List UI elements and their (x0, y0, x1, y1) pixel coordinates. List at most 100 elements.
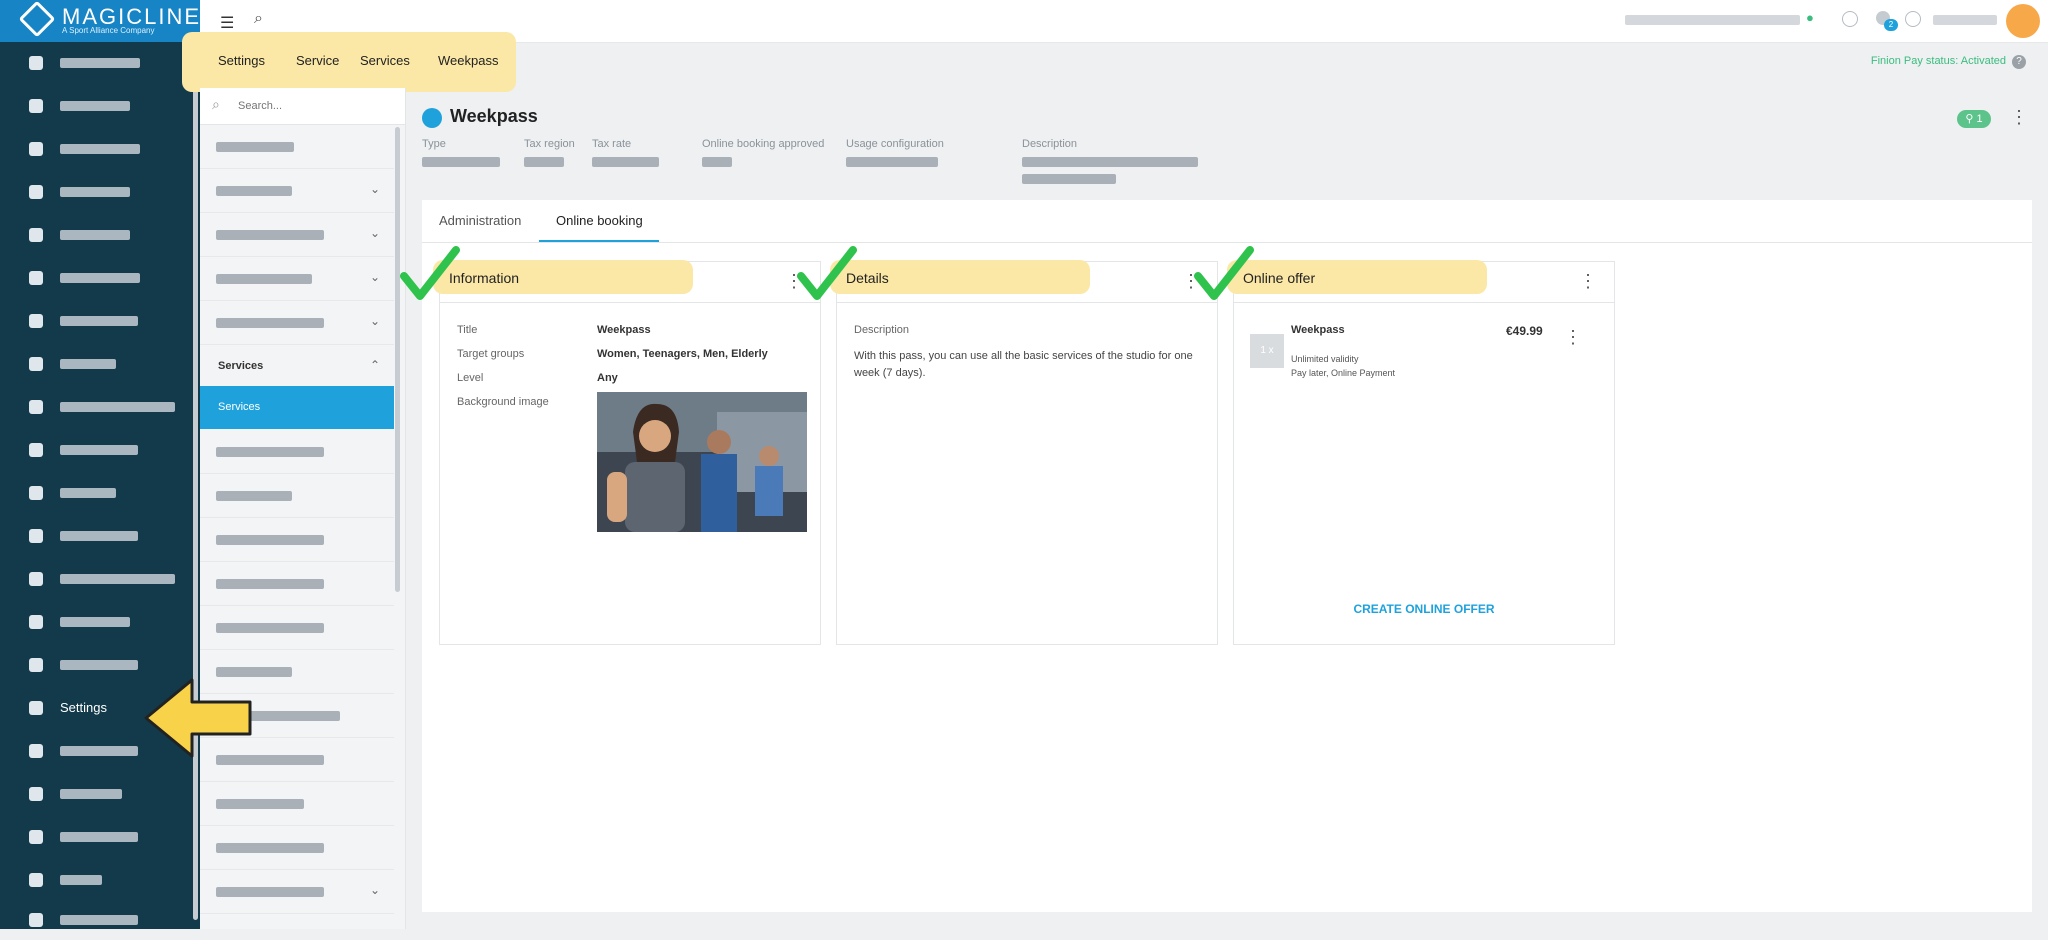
calendar-icon (29, 314, 43, 328)
active-tab-indicator (539, 240, 659, 242)
feedback-icon (29, 744, 43, 758)
subnav-item[interactable] (200, 826, 394, 870)
meta-label-tax-region: Tax region (524, 138, 575, 150)
nav-item-12[interactable] (0, 559, 200, 599)
nav-item-dashboard[interactable] (0, 43, 200, 83)
more-options-icon[interactable]: ⋮ (2010, 108, 2028, 126)
subnav-scrollbar[interactable] (395, 127, 400, 592)
nav-item-18[interactable] (0, 817, 200, 857)
nav-item-3[interactable] (0, 172, 200, 212)
nav-item-checkin[interactable] (0, 86, 200, 126)
background-image[interactable] (597, 392, 807, 532)
finion-pay-status: Finion Pay status: Activated? (1871, 55, 2026, 69)
plugin-icon (29, 787, 43, 801)
subnav-item[interactable]: ⌄ (200, 257, 394, 301)
chevron-down-icon: ⌄ (369, 314, 380, 328)
help-icon[interactable]: ? (2012, 55, 2026, 69)
description-text: With this pass, you can use all the basi… (854, 350, 1193, 379)
search-icon[interactable]: ⌕ (254, 10, 263, 28)
finion-status-text: Finion Pay status: Activated (1870, 55, 2006, 67)
card-title-highlight: Details (830, 260, 1090, 294)
breadcrumb-weekpass[interactable]: Weekpass (438, 53, 498, 68)
brand-logo[interactable]: MAGICLINE A Sport Alliance Company (0, 0, 200, 42)
offer-payment: Pay later, Online Payment (1291, 368, 1396, 378)
nav-item-20[interactable] (0, 900, 200, 940)
breadcrumb-settings[interactable]: Settings (218, 53, 265, 68)
help-icon[interactable] (1842, 11, 1858, 27)
nav-item-10[interactable] (0, 473, 200, 513)
nav-item-5[interactable] (0, 258, 200, 298)
nav-item-13[interactable] (0, 602, 200, 642)
timer-icon (29, 357, 43, 371)
subnav-search-input[interactable] (236, 95, 390, 117)
brand-tagline: A Sport Alliance Company (62, 26, 155, 35)
breadcrumb: Settings Service Services Weekpass (182, 32, 516, 92)
nav-item-17[interactable] (0, 774, 200, 814)
menu-icon[interactable]: ☰ (220, 13, 234, 33)
create-online-offer-button[interactable]: CREATE ONLINE OFFER (1234, 602, 1614, 616)
offer-name: Weekpass (1291, 324, 1345, 336)
subnav-search[interactable]: ⌕ (200, 88, 405, 125)
chat-icon (29, 400, 43, 414)
field-label: Target groups (457, 348, 525, 360)
more-options-icon[interactable]: ⋮ (1579, 272, 1597, 290)
notification-count-badge: 2 (1884, 19, 1898, 31)
subnav-item[interactable] (200, 562, 394, 606)
chart-icon (29, 443, 43, 457)
subnav-item[interactable] (200, 606, 394, 650)
subnav-item[interactable]: ⌄ (200, 870, 394, 914)
tab-administration[interactable]: Administration (439, 213, 521, 228)
section-title: Services (218, 360, 264, 372)
credit-card-icon (29, 830, 43, 844)
sliders-icon (29, 701, 43, 715)
checkmark-icon (400, 246, 460, 300)
nav-scrollbar[interactable] (193, 40, 198, 920)
pointer-arrow-icon (144, 678, 252, 758)
nav-item-8[interactable] (0, 387, 200, 427)
subnav-item[interactable] (200, 430, 394, 474)
offer-more-options-icon[interactable]: ⋮ (1564, 328, 1582, 346)
subnav-item[interactable]: ⌄ (200, 213, 394, 257)
location-pin-icon[interactable]: ● (1806, 10, 1814, 25)
subnav-section-services[interactable]: Services ⌃ (200, 345, 394, 389)
details-card: Details ⋮ Description With this pass, yo… (830, 260, 1218, 645)
field-value: Any (597, 372, 618, 384)
nav-item-9[interactable] (0, 430, 200, 470)
settings-label: Settings (60, 700, 107, 715)
device-icon (29, 873, 43, 887)
chevron-down-icon: ⌄ (369, 182, 380, 196)
subnav-item[interactable]: ⌄ (200, 301, 394, 345)
tab-online-booking[interactable]: Online booking (556, 213, 643, 228)
nav-item-11[interactable] (0, 516, 200, 556)
online-offer-card: Online offer ⋮ 1 x Weekpass €49.99 ⋮ Unl… (1227, 260, 1615, 645)
nav-item-4[interactable] (0, 215, 200, 255)
nav-item-7[interactable] (0, 344, 200, 384)
main-navigation: MAGICLINE A Sport Alliance Company Setti… (0, 0, 200, 929)
nav-item-19[interactable] (0, 860, 200, 900)
nav-item-2[interactable] (0, 129, 200, 169)
breadcrumb-services[interactable]: Services (360, 53, 410, 68)
meta-label-online-booking-approved: Online booking approved (702, 138, 825, 150)
subnav-item[interactable] (200, 125, 394, 169)
offer-price: €49.99 (1506, 324, 1543, 338)
breadcrumb-service[interactable]: Service (296, 53, 339, 68)
clock-icon[interactable] (1905, 11, 1921, 27)
checkmark-icon (1194, 246, 1254, 300)
service-detail-panel: Administration Online booking Informatio… (422, 200, 2032, 912)
search-icon: ⌕ (212, 96, 220, 112)
avatar[interactable] (2006, 4, 2040, 38)
description-label: Description (854, 324, 910, 336)
subnav-item[interactable] (200, 474, 394, 518)
logo-icon (18, 0, 56, 38)
subnav-item[interactable] (200, 782, 394, 826)
subnav-item[interactable] (200, 518, 394, 562)
goal-icon (29, 228, 43, 242)
subnav-item-services-active[interactable]: Services (200, 386, 394, 429)
card-title-highlight: Information (433, 260, 693, 294)
location-badge[interactable]: ⚲ 1 (1957, 110, 1991, 128)
card-header: Details ⋮ (830, 260, 1217, 303)
card-title-highlight: Online offer (1227, 260, 1487, 294)
subnav-item[interactable]: ⌄ (200, 169, 394, 213)
field-label: Level (457, 372, 484, 384)
nav-item-6[interactable] (0, 301, 200, 341)
